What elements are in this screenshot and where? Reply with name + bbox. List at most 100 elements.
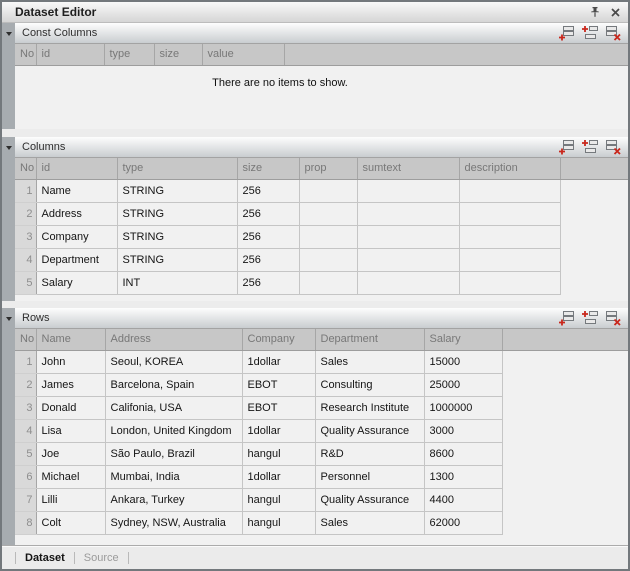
cell-prop[interactable] <box>299 272 357 295</box>
cell-prop[interactable] <box>299 180 357 203</box>
close-icon[interactable] <box>608 5 622 19</box>
cell-name[interactable]: Lilli <box>36 489 105 512</box>
cell-id[interactable]: Name <box>36 180 117 203</box>
cell-name[interactable]: Colt <box>36 512 105 535</box>
cell-salary[interactable]: 3000 <box>424 420 502 443</box>
tab-dataset[interactable]: Dataset <box>25 552 65 564</box>
cell-name[interactable]: John <box>36 351 105 374</box>
row-number-cell[interactable]: 3 <box>15 226 36 249</box>
cell-company[interactable]: 1dollar <box>242 420 315 443</box>
cell-type[interactable]: STRING <box>117 180 237 203</box>
cell-id[interactable]: Address <box>36 203 117 226</box>
cell-id[interactable]: Salary <box>36 272 117 295</box>
cell-department[interactable]: R&D <box>315 443 424 466</box>
insert-row-icon[interactable] <box>580 139 598 155</box>
cell-size[interactable]: 256 <box>237 203 299 226</box>
cell-name[interactable]: Michael <box>36 466 105 489</box>
cell-prop[interactable] <box>299 203 357 226</box>
cell-salary[interactable]: 25000 <box>424 374 502 397</box>
cell-sumtext[interactable] <box>357 180 459 203</box>
cell-company[interactable]: hangul <box>242 443 315 466</box>
cell-department[interactable]: Sales <box>315 512 424 535</box>
insert-row-icon[interactable] <box>580 25 598 41</box>
cell-department[interactable]: Quality Assurance <box>315 489 424 512</box>
cell-sumtext[interactable] <box>357 249 459 272</box>
cell-type[interactable]: STRING <box>117 226 237 249</box>
cell-type[interactable]: INT <box>117 272 237 295</box>
cell-salary[interactable]: 4400 <box>424 489 502 512</box>
row-number-cell[interactable]: 5 <box>15 443 36 466</box>
row-number-cell[interactable]: 4 <box>15 420 36 443</box>
row-number-cell[interactable]: 1 <box>15 351 36 374</box>
cell-salary[interactable]: 15000 <box>424 351 502 374</box>
delete-row-icon[interactable] <box>603 139 621 155</box>
columns-collapse-button[interactable] <box>2 137 15 158</box>
cell-department[interactable]: Sales <box>315 351 424 374</box>
cell-size[interactable]: 256 <box>237 249 299 272</box>
cell-address[interactable]: São Paulo, Brazil <box>105 443 242 466</box>
cell-salary[interactable]: 8600 <box>424 443 502 466</box>
row-number-cell[interactable]: 4 <box>15 249 36 272</box>
cell-department[interactable]: Personnel <box>315 466 424 489</box>
cell-department[interactable]: Quality Assurance <box>315 420 424 443</box>
pin-icon[interactable] <box>588 5 602 19</box>
add-row-icon[interactable] <box>557 139 575 155</box>
cell-company[interactable]: hangul <box>242 489 315 512</box>
cell-description[interactable] <box>459 272 560 295</box>
cell-sumtext[interactable] <box>357 203 459 226</box>
cell-name[interactable]: Joe <box>36 443 105 466</box>
cell-address[interactable]: Barcelona, Spain <box>105 374 242 397</box>
cell-id[interactable]: Department <box>36 249 117 272</box>
cell-prop[interactable] <box>299 249 357 272</box>
cell-address[interactable]: Mumbai, India <box>105 466 242 489</box>
cell-company[interactable]: 1dollar <box>242 351 315 374</box>
insert-row-icon[interactable] <box>580 310 598 326</box>
row-number-cell[interactable]: 8 <box>15 512 36 535</box>
cell-prop[interactable] <box>299 226 357 249</box>
cell-name[interactable]: Lisa <box>36 420 105 443</box>
row-number-cell[interactable]: 3 <box>15 397 36 420</box>
cell-address[interactable]: Califonia, USA <box>105 397 242 420</box>
cell-company[interactable]: 1dollar <box>242 466 315 489</box>
tab-source[interactable]: Source <box>84 552 119 564</box>
cell-description[interactable] <box>459 203 560 226</box>
cell-type[interactable]: STRING <box>117 249 237 272</box>
row-number-cell[interactable]: 2 <box>15 203 36 226</box>
cell-name[interactable]: Donald <box>36 397 105 420</box>
add-row-icon[interactable] <box>557 310 575 326</box>
cell-sumtext[interactable] <box>357 226 459 249</box>
row-number-cell[interactable]: 2 <box>15 374 36 397</box>
cell-address[interactable]: London, United Kingdom <box>105 420 242 443</box>
cell-description[interactable] <box>459 180 560 203</box>
cell-address[interactable]: Ankara, Turkey <box>105 489 242 512</box>
cell-address[interactable]: Sydney, NSW, Australia <box>105 512 242 535</box>
rows-collapse-button[interactable] <box>2 308 15 329</box>
cell-department[interactable]: Research Institute <box>315 397 424 420</box>
cell-size[interactable]: 256 <box>237 272 299 295</box>
cell-size[interactable]: 256 <box>237 180 299 203</box>
delete-row-icon[interactable] <box>603 310 621 326</box>
cell-description[interactable] <box>459 226 560 249</box>
cell-size[interactable]: 256 <box>237 226 299 249</box>
cell-salary[interactable]: 1300 <box>424 466 502 489</box>
row-number-cell[interactable]: 7 <box>15 489 36 512</box>
cell-company[interactable]: EBOT <box>242 374 315 397</box>
cell-company[interactable]: hangul <box>242 512 315 535</box>
cell-salary[interactable]: 62000 <box>424 512 502 535</box>
cell-company[interactable]: EBOT <box>242 397 315 420</box>
cell-department[interactable]: Consulting <box>315 374 424 397</box>
add-row-icon[interactable] <box>557 25 575 41</box>
delete-row-icon[interactable] <box>603 25 621 41</box>
cell-name[interactable]: James <box>36 374 105 397</box>
const-columns-collapse-button[interactable] <box>2 23 15 44</box>
cell-description[interactable] <box>459 249 560 272</box>
cell-sumtext[interactable] <box>357 272 459 295</box>
cell-address[interactable]: Seoul, KOREA <box>105 351 242 374</box>
cell-type[interactable]: STRING <box>117 203 237 226</box>
dataset-editor-panel: Dataset Editor Const Columns <box>0 0 630 571</box>
cell-id[interactable]: Company <box>36 226 117 249</box>
row-number-cell[interactable]: 5 <box>15 272 36 295</box>
row-number-cell[interactable]: 1 <box>15 180 36 203</box>
cell-salary[interactable]: 1000000 <box>424 397 502 420</box>
row-number-cell[interactable]: 6 <box>15 466 36 489</box>
